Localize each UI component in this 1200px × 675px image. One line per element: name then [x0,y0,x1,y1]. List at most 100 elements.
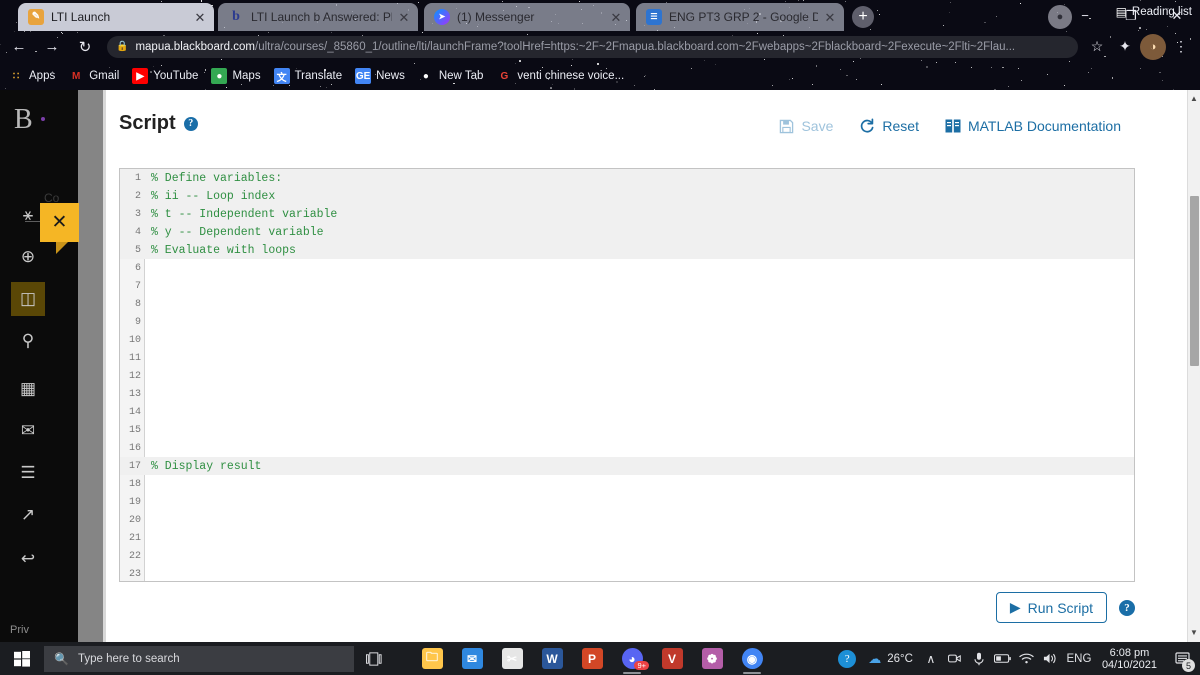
browser-tab-0[interactable]: ✎ LTI Launch ✕ [18,3,214,31]
blackboard-logo: B [14,104,33,135]
wifi-icon[interactable] [1015,642,1039,675]
privacy-link[interactable]: Priv [10,624,29,636]
language-indicator[interactable]: ENG [1063,642,1095,675]
code-line[interactable]: 10 [120,331,1134,349]
code-line[interactable]: 19 [120,493,1134,511]
back-icon[interactable]: ← [5,33,33,61]
code-line[interactable]: 23 [120,565,1134,581]
scroll-up-icon[interactable]: ▲ [1188,92,1200,106]
code-body[interactable]: 1 % Define variables: 2 % ii -- Loop index 3… [120,169,1134,581]
tab-close-icon[interactable]: ✕ [608,9,624,25]
address-bar[interactable]: 🔒 mapua.blackboard.com /ultra/courses/_8… [107,35,1078,58]
reading-list-button[interactable]: ▤ Reading list [1116,5,1192,19]
code-line[interactable]: 4 % y -- Dependent variable [120,223,1134,241]
extensions-puzzle-icon[interactable]: ✦ [1112,34,1138,60]
scroll-down-icon[interactable]: ▼ [1188,626,1200,640]
bookmark-translate[interactable]: 文 Translate [273,68,342,84]
reset-button[interactable]: Reset [859,118,919,134]
help-circle-icon[interactable]: ? [832,642,862,675]
code-line[interactable]: 18 [120,475,1134,493]
browser-tab-1[interactable]: b LTI Launch b Answered: Plot the ✕ [218,3,418,31]
code-line[interactable]: 14 [120,403,1134,421]
code-editor[interactable]: 1 % Define variables: 2 % ii -- Loop index 3… [119,168,1135,582]
close-course-panel-button[interactable]: ✕ [40,203,79,242]
page-scrollbar[interactable]: ▲ ▼ [1187,90,1200,642]
calendar-icon[interactable]: ▦ [11,372,45,406]
code-line[interactable]: 11 [120,349,1134,367]
save-button[interactable]: Save [779,118,833,134]
vlc-app-icon[interactable]: V [652,642,692,675]
bookmark-apps[interactable]: ∷ Apps [8,68,55,84]
snipping-tool-icon[interactable]: ✂ [492,642,532,675]
powerpoint-icon[interactable]: P [572,642,612,675]
scrollbar-thumb[interactable] [1190,196,1199,366]
bookmark-new-tab[interactable]: ● New Tab [418,68,484,84]
bookmark-gmail[interactable]: M Gmail [68,68,119,84]
code-line[interactable]: 3 % t -- Independent variable [120,205,1134,223]
photos-icon[interactable]: ❁ [692,642,732,675]
clock[interactable]: 6:08 pm 04/10/2021 [1095,647,1166,671]
line-text: % ii -- Loop index [151,189,276,203]
code-line[interactable]: 2 % ii -- Loop index [120,187,1134,205]
grades-icon[interactable]: ☰ [11,456,45,490]
code-line[interactable]: 20 [120,511,1134,529]
code-line[interactable]: 22 [120,547,1134,565]
code-line[interactable]: 12 [120,367,1134,385]
code-line[interactable]: 1 % Define variables: [120,169,1134,187]
browser-menu-icon[interactable]: ⋮ [1168,34,1194,60]
code-line[interactable]: 16 [120,439,1134,457]
code-line[interactable]: 9 [120,313,1134,331]
code-line[interactable]: 17 % Display result [120,457,1134,475]
run-help-icon[interactable]: ? [1119,599,1135,616]
tab-close-icon[interactable]: ✕ [192,9,208,25]
chevron-up-icon[interactable]: ∧ [919,642,943,675]
bookmark-star-icon[interactable]: ☆ [1084,34,1110,60]
tab-close-icon[interactable]: ✕ [822,9,838,25]
volume-icon[interactable] [1039,642,1063,675]
browser-tab-2[interactable]: ➤ (1) Messenger ✕ [424,3,630,31]
windows-start-icon[interactable] [0,642,44,675]
line-number: 8 [134,298,141,310]
battery-icon[interactable] [991,642,1015,675]
code-line[interactable]: 21 [120,529,1134,547]
bookmark-news[interactable]: GE News [355,68,405,84]
courses-icon[interactable]: ◫ [11,282,45,316]
camera-icon[interactable] [943,642,967,675]
bookmark-maps[interactable]: ● Maps [211,68,261,84]
reload-icon[interactable]: ↻ [71,33,99,61]
bookmark-venti-chinese-voice[interactable]: Gventi chinese voice... [496,68,625,84]
institution-page-icon[interactable]: ⊕ [11,240,45,274]
messages-icon[interactable]: ✉ [11,414,45,448]
bookmark-youtube[interactable]: ▶ YouTube [132,68,198,84]
tab-close-icon[interactable]: ✕ [396,9,412,25]
code-line[interactable]: 7 [120,277,1134,295]
word-icon[interactable]: W [532,642,572,675]
browser-avatar-icon[interactable]: ◑ [1140,33,1166,60]
file-explorer-icon[interactable]: 🗀 [412,642,452,675]
forward-icon[interactable]: → [38,33,66,61]
run-script-button[interactable]: ▶ Run Script [995,592,1107,623]
task-view-icon[interactable] [354,642,394,675]
microphone-icon[interactable] [967,642,991,675]
new-tab-button[interactable]: + [852,6,874,28]
notification-icon[interactable]: 5 [1166,642,1200,675]
chrome-icon[interactable]: ◉ [732,642,772,675]
navigation-bar: ← → ↻ 🔒 mapua.blackboard.com /ultra/cour… [0,31,1200,62]
weather-widget[interactable]: ☁ 26°C [862,651,919,667]
matlab-documentation-button[interactable]: MATLAB Documentation [945,118,1121,134]
code-line[interactable]: 5 % Evaluate with loops [120,241,1134,259]
code-line[interactable]: 13 [120,385,1134,403]
bookmark-label: New Tab [438,70,484,82]
organizations-icon[interactable]: ⚲ [11,324,45,358]
code-line[interactable]: 6 [120,259,1134,277]
search-input[interactable]: 🔍 Type here to search [44,645,354,672]
code-line[interactable]: 15 [120,421,1134,439]
discord-icon[interactable]: ◕ 9+ [612,642,652,675]
browser-tab-3[interactable]: ☰ ENG PT3 GRP 2 - Google Docs ✕ [636,3,844,31]
tools-icon[interactable]: ↗ [11,498,45,532]
code-line[interactable]: 8 [120,295,1134,313]
mail-icon[interactable]: ✉ [452,642,492,675]
script-help-icon[interactable]: ? [183,116,198,131]
window-minimize-button[interactable]: − [1062,0,1108,31]
sign-out-icon[interactable]: ↩ [11,542,45,576]
